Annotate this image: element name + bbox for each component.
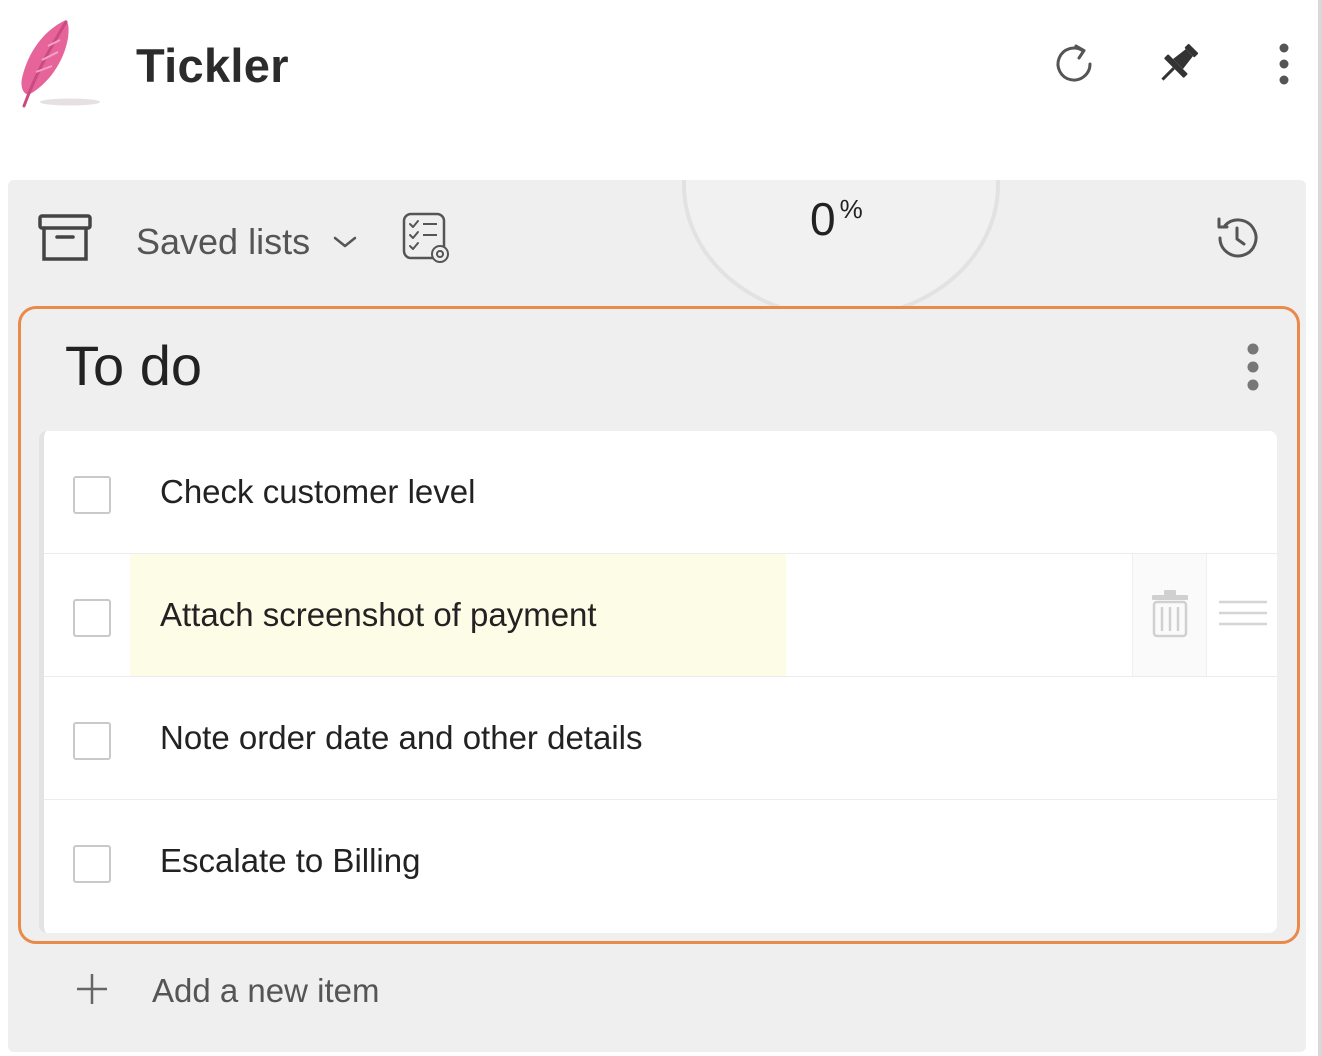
app-header: Tickler xyxy=(0,0,1318,140)
list-item: Escalate to Billing xyxy=(44,800,1277,923)
pin-button[interactable] xyxy=(1150,38,1206,94)
app-title: Tickler xyxy=(136,39,289,92)
item-checkbox[interactable] xyxy=(73,722,111,760)
drag-handle-icon xyxy=(1217,598,1269,633)
delete-item-button[interactable] xyxy=(1132,554,1207,676)
more-vertical-icon xyxy=(1274,40,1294,93)
more-options-button[interactable] xyxy=(1256,38,1312,94)
add-item-label: Add a new item xyxy=(152,972,380,1009)
item-label[interactable]: Escalate to Billing xyxy=(160,842,420,880)
chevron-down-icon xyxy=(332,234,358,250)
todo-list-card: To do Check customer level Attach screen… xyxy=(18,306,1300,944)
list-menu-button[interactable] xyxy=(1233,339,1273,403)
progress-value: 0 xyxy=(810,193,836,245)
more-vertical-icon xyxy=(1245,341,1261,402)
list-item: Note order date and other details xyxy=(44,677,1277,800)
item-checkbox[interactable] xyxy=(73,845,111,883)
progress-readout: 0% xyxy=(810,192,863,246)
history-button[interactable] xyxy=(1206,210,1268,270)
list-title[interactable]: To do xyxy=(65,333,202,398)
trash-icon xyxy=(1149,587,1191,644)
pin-icon xyxy=(1150,36,1206,97)
list-item: Attach screenshot of payment xyxy=(44,554,1277,677)
list-item: Check customer level xyxy=(44,431,1277,554)
checklist-settings-button[interactable] xyxy=(398,210,454,270)
item-label[interactable]: Attach screenshot of payment xyxy=(160,596,597,634)
window-edge xyxy=(1318,0,1322,1056)
refresh-icon xyxy=(1050,40,1098,93)
plus-icon xyxy=(74,971,110,1012)
list-items: Check customer level Attach screenshot o… xyxy=(39,431,1277,933)
archive-icon xyxy=(37,213,93,268)
archive-button[interactable] xyxy=(32,210,98,270)
progress-unit: % xyxy=(839,194,863,224)
saved-lists-dropdown[interactable]: Saved lists xyxy=(136,220,358,264)
item-label[interactable]: Check customer level xyxy=(160,473,475,511)
add-item-button[interactable]: Add a new item xyxy=(74,966,379,1016)
item-checkbox[interactable] xyxy=(73,599,111,637)
history-icon xyxy=(1211,212,1263,269)
saved-lists-label: Saved lists xyxy=(136,221,311,262)
feather-logo-icon xyxy=(14,16,106,116)
drag-handle[interactable] xyxy=(1206,554,1277,676)
checklist-settings-icon xyxy=(400,210,452,271)
item-checkbox[interactable] xyxy=(73,476,111,514)
item-label[interactable]: Note order date and other details xyxy=(160,719,642,757)
refresh-button[interactable] xyxy=(1046,38,1102,94)
